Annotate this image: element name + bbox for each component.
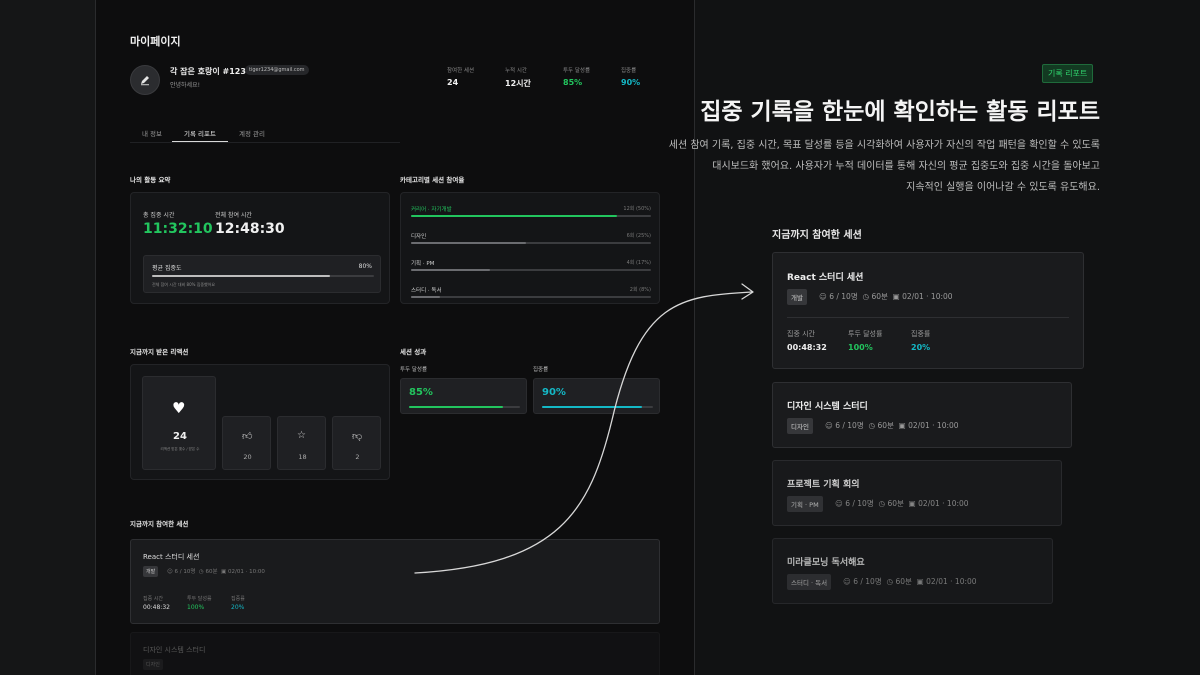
calendar-icon: ▣ bbox=[898, 421, 909, 430]
session-meta: ☺ 6 / 10명 ◷ 60분 ▣ 02/01 · 10:00 bbox=[843, 577, 977, 586]
metric-todo-label: 투두 달성률 bbox=[848, 330, 883, 338]
metric-focus-rate-value: 20% bbox=[911, 343, 931, 352]
promo-description: 세션 참여 기록, 집중 시간, 목표 달성률 등을 시각화하여 사용자가 자신… bbox=[668, 140, 1100, 193]
metric-todo-value: 100% bbox=[848, 343, 873, 352]
session-meta: ☺ 6 / 10명 ◷ 60분 ▣ 02/01 · 10:00 bbox=[825, 421, 959, 430]
people-icon: ☺ bbox=[825, 421, 836, 430]
session-title: 프로젝트 기획 회의 bbox=[787, 480, 860, 490]
session-card-reading[interactable]: 미라클모닝 독서해요 스터디 · 독서 ☺ 6 / 10명 ◷ 60분 ▣ 02… bbox=[772, 538, 1053, 604]
report-badge: 기록 리포트 bbox=[1042, 64, 1094, 83]
metric-focus-rate-label: 집중률 bbox=[911, 330, 931, 338]
session-card-design[interactable]: 디자인 시스템 스터디 디자인 ☺ 6 / 10명 ◷ 60분 ▣ 02/01 … bbox=[772, 382, 1072, 448]
metric-focus-time-label: 집중 시간 bbox=[787, 330, 815, 338]
calendar-icon: ▣ bbox=[892, 292, 903, 301]
people-icon: ☺ bbox=[843, 577, 854, 586]
session-tag: 디자인 bbox=[787, 418, 813, 434]
calendar-icon: ▣ bbox=[908, 499, 919, 508]
metric-focus-time-value: 00:48:32 bbox=[787, 343, 827, 352]
session-meta: ☺ 6 / 10명 ◷ 60분 ▣ 02/01 · 10:00 bbox=[819, 292, 953, 301]
session-title: 디자인 시스템 스터디 bbox=[787, 402, 868, 412]
session-card-react[interactable]: React 스터디 세션 개발 ☺ 6 / 10명 ◷ 60분 ▣ 02/01 … bbox=[772, 252, 1084, 369]
calendar-icon: ▣ bbox=[916, 577, 927, 586]
promo-headline: 집중 기록을 한눈에 확인하는 활동 리포트 bbox=[700, 99, 1100, 125]
session-tag: 스터디 · 독서 bbox=[787, 574, 832, 590]
divider bbox=[787, 317, 1069, 318]
session-tag: 개발 bbox=[787, 289, 807, 305]
session-tag: 기획 · PM bbox=[787, 496, 823, 512]
people-icon: ☺ bbox=[819, 292, 830, 301]
session-title: React 스터디 세션 bbox=[787, 273, 864, 283]
sessions-section-title: 지금까지 참여한 세션 bbox=[772, 230, 862, 241]
session-meta: ☺ 6 / 10명 ◷ 60분 ▣ 02/01 · 10:00 bbox=[835, 499, 969, 508]
session-card-planning[interactable]: 프로젝트 기획 회의 기획 · PM ☺ 6 / 10명 ◷ 60분 ▣ 02/… bbox=[772, 460, 1062, 526]
people-icon: ☺ bbox=[835, 499, 846, 508]
session-title: 미라클모닝 독서해요 bbox=[787, 558, 865, 568]
